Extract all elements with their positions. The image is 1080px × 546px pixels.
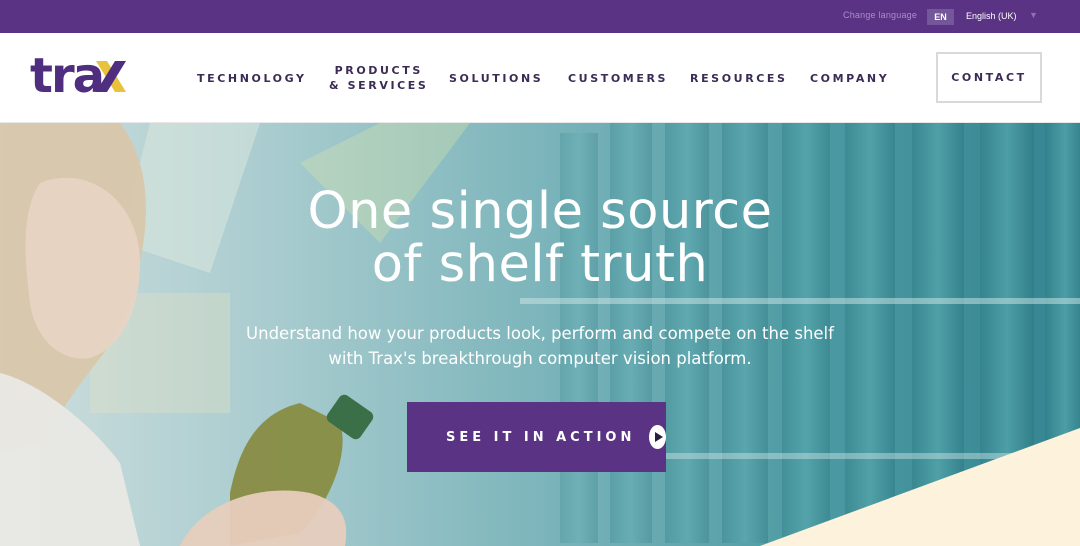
- chevron-down-icon[interactable]: ▼: [1029, 10, 1038, 20]
- hero-subtitle: Understand how your products look, perfo…: [246, 324, 834, 368]
- hero-section: One single source of shelf truth Underst…: [0, 123, 1080, 546]
- cta-label: SEE IT IN ACTION: [446, 429, 636, 445]
- language-select[interactable]: English (UK): [966, 11, 1017, 21]
- trax-logo[interactable]: tra: [30, 51, 130, 101]
- play-icon: [649, 425, 666, 449]
- site-header: tra TECHNOLOGY PRODUCTS & SERVICES SOLUT…: [0, 33, 1080, 123]
- see-it-in-action-button[interactable]: SEE IT IN ACTION: [407, 402, 666, 472]
- hero-title: One single source of shelf truth: [240, 185, 840, 291]
- change-language-label: Change language: [843, 10, 918, 20]
- nav-technology[interactable]: TECHNOLOGY: [197, 71, 307, 86]
- nav-resources[interactable]: RESOURCES: [690, 71, 788, 86]
- hero-title-line2: of shelf truth: [371, 235, 709, 294]
- nav-customers[interactable]: CUSTOMERS: [568, 71, 668, 86]
- nav-products-line1: PRODUCTS: [334, 64, 423, 77]
- nav-company[interactable]: COMPANY: [810, 71, 889, 86]
- nav-products-line2: & SERVICES: [329, 79, 429, 92]
- svg-text:tra: tra: [30, 51, 103, 101]
- contact-button[interactable]: CONTACT: [936, 52, 1042, 103]
- nav-products-services[interactable]: PRODUCTS & SERVICES: [329, 63, 428, 93]
- nav-solutions[interactable]: SOLUTIONS: [449, 71, 543, 86]
- hero-title-line1: One single source: [307, 182, 773, 241]
- language-bar: Change language EN English (UK) ▼: [0, 0, 1080, 33]
- language-badge: EN: [927, 9, 954, 25]
